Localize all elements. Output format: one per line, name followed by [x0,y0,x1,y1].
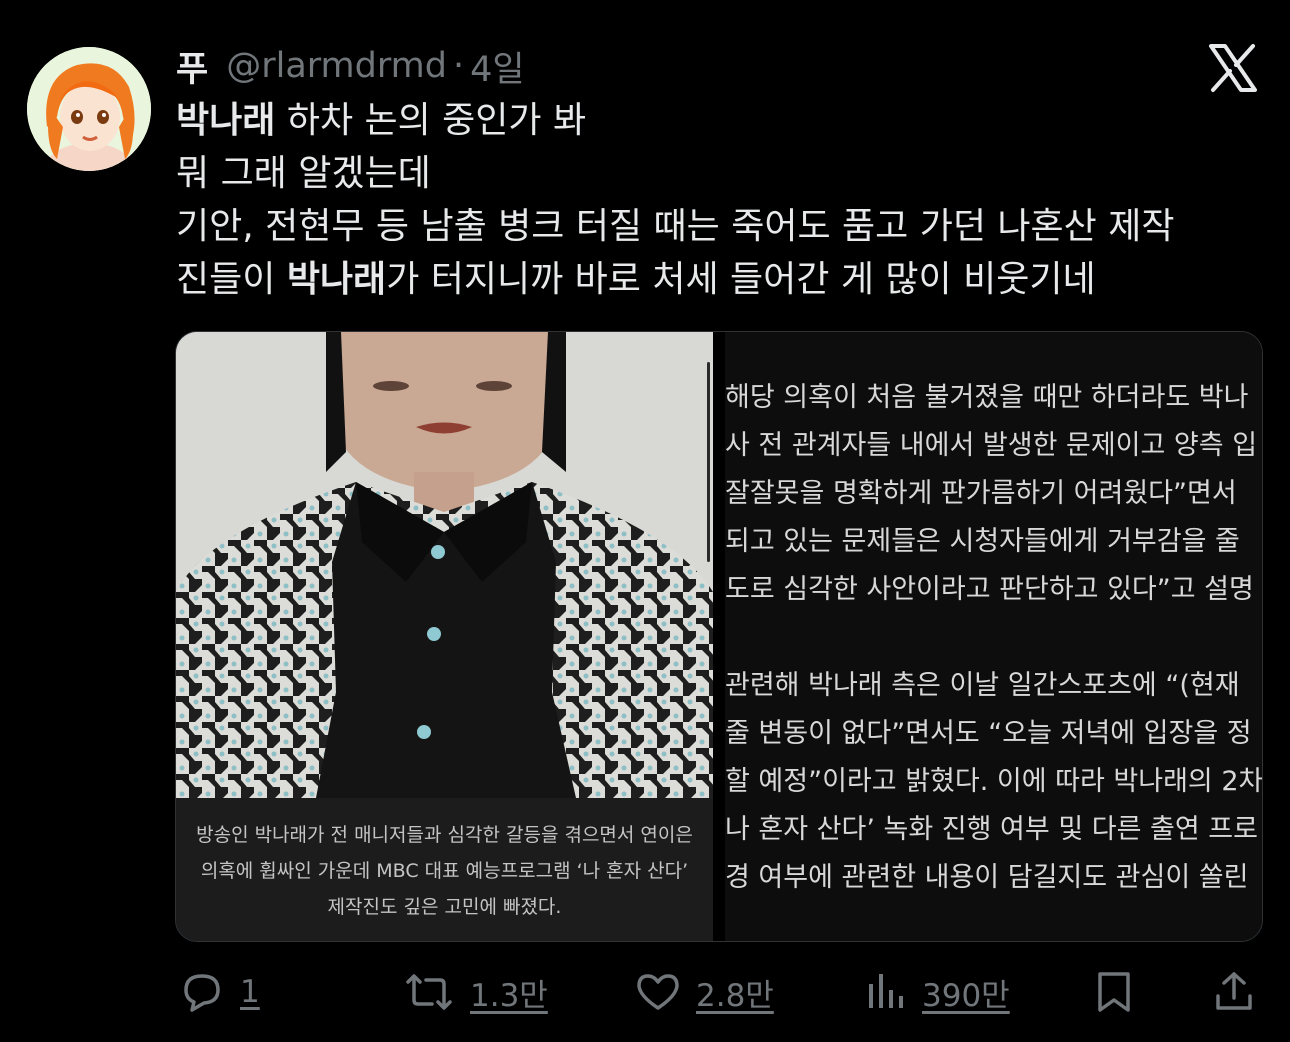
tweet-text: 박나래 하차 논의 중인가 봐 뭐 그래 알겠는데 기안, 전현무 등 남출 병… [176,94,1266,306]
tweet-text-plain: 하차 논의 중인가 봐 [275,100,587,141]
article-line: 잘잘못을 명확하게 판가름하기 어려웠다”면서 [725,478,1237,509]
heart-icon [637,974,679,1010]
tweet-text-bold: 박나래 [286,259,387,300]
bookmark-icon [1098,972,1130,1012]
tweet-text-plain: 기안, 전현무 등 남출 병크 터질 때는 죽어도 품고 가던 나혼산 제작 [176,206,1175,247]
article-line: 사 전 관계자들 내에서 발생한 문제이고 양측 입 [725,430,1258,461]
tweet-text-plain: 가 터지니까 바로 처세 들어간 게 많이 비웃기네 [386,259,1096,300]
tweet-text-line: 뭐 그래 알겠는데 [176,147,1266,200]
photo-caption-box: 방송인 박나래가 전 매니저들과 심각한 갈등을 겪으면서 연이은 의혹에 휩싸… [176,798,713,941]
retweet-button[interactable]: 1.3만 [402,962,548,1022]
display-name[interactable]: 푸 [176,41,208,92]
avatar-image [27,47,151,171]
avatar[interactable] [27,47,151,171]
views-button[interactable]: 390만 [864,962,1010,1022]
media-scroll-indicator [707,362,710,562]
tweet-text-plain: 진들이 [176,259,287,300]
article-line: 줄 변동이 없다”면서도 “오늘 저녁에 입장을 정 [725,718,1252,749]
like-count: 2.8만 [696,977,774,1014]
separator-dot: · [452,46,465,86]
reply-button[interactable]: 1 [178,962,260,1022]
like-button[interactable]: 2.8만 [634,962,774,1022]
share-icon [1216,972,1252,1010]
retweet-count: 1.3만 [470,977,548,1014]
tweet-media: 방송인 박나래가 전 매니저들과 심각한 갈등을 겪으면서 연이은 의혹에 휩싸… [175,331,1263,942]
x-logo-icon [1207,42,1259,94]
tweet-header: 푸 @rlarmdrmd · 4일 [176,42,525,90]
article-line: 도로 심각한 사안이라고 판단하고 있다”고 설명 [725,574,1254,605]
tweet-text-line: 기안, 전현무 등 남출 병크 터질 때는 죽어도 품고 가던 나혼산 제작 [176,200,1266,253]
bookmark-button[interactable] [1094,962,1134,1022]
tweet-text-line: 진들이 박나래가 터지니까 바로 처세 들어간 게 많이 비웃기네 [176,253,1266,306]
article-text: 해당 의혹이 처음 불거졌을 때만 하더라도 박나 사 전 관계자들 내에서 발… [725,374,1263,902]
reply-count: 1 [240,974,260,1010]
views-icon [869,974,903,1008]
views-count: 390만 [922,977,1010,1014]
article-line: 해당 의혹이 처음 불거졌을 때만 하더라도 박나 [725,382,1249,413]
reply-icon [184,974,220,1012]
article-line: 할 예정”이라고 밝혔다. 이에 따라 박나래의 2차 [725,766,1263,797]
tweet-text-bold: 박나래 [176,100,276,141]
tweet-actions: 1 1.3만 2.8만 390만 [0,962,1290,1022]
timestamp[interactable]: 4일 [470,41,524,92]
media-divider [713,332,725,941]
photo [176,332,713,798]
tweet-text-plain: 뭐 그래 알겠는데 [176,153,431,194]
article-line: 되고 있는 문제들은 시청자들에게 거부감을 줄 [725,526,1240,557]
media-image-left[interactable]: 방송인 박나래가 전 매니저들과 심각한 갈등을 겪으면서 연이은 의혹에 휩싸… [176,332,713,941]
photo-caption: 방송인 박나래가 전 매니저들과 심각한 갈등을 겪으면서 연이은 의혹에 휩싸… [196,823,693,918]
article-line: 나 혼자 산다’ 녹화 진행 여부 및 다른 출연 프로 [725,814,1258,845]
tweet-text-line: 박나래 하차 논의 중인가 봐 [176,94,1266,147]
share-button[interactable] [1212,962,1256,1022]
article-line: 경 여부에 관련한 내용이 담길지도 관심이 쏠린 [725,862,1249,893]
handle[interactable]: @rlarmdrmd [226,46,447,86]
article-paragraph-gap [725,614,1262,662]
article-line: 관련해 박나래 측은 이날 일간스포츠에 “(현재 [725,670,1240,701]
media-image-right[interactable]: 해당 의혹이 처음 불거졌을 때만 하더라도 박나 사 전 관계자들 내에서 발… [725,332,1263,941]
retweet-icon [406,974,452,1010]
